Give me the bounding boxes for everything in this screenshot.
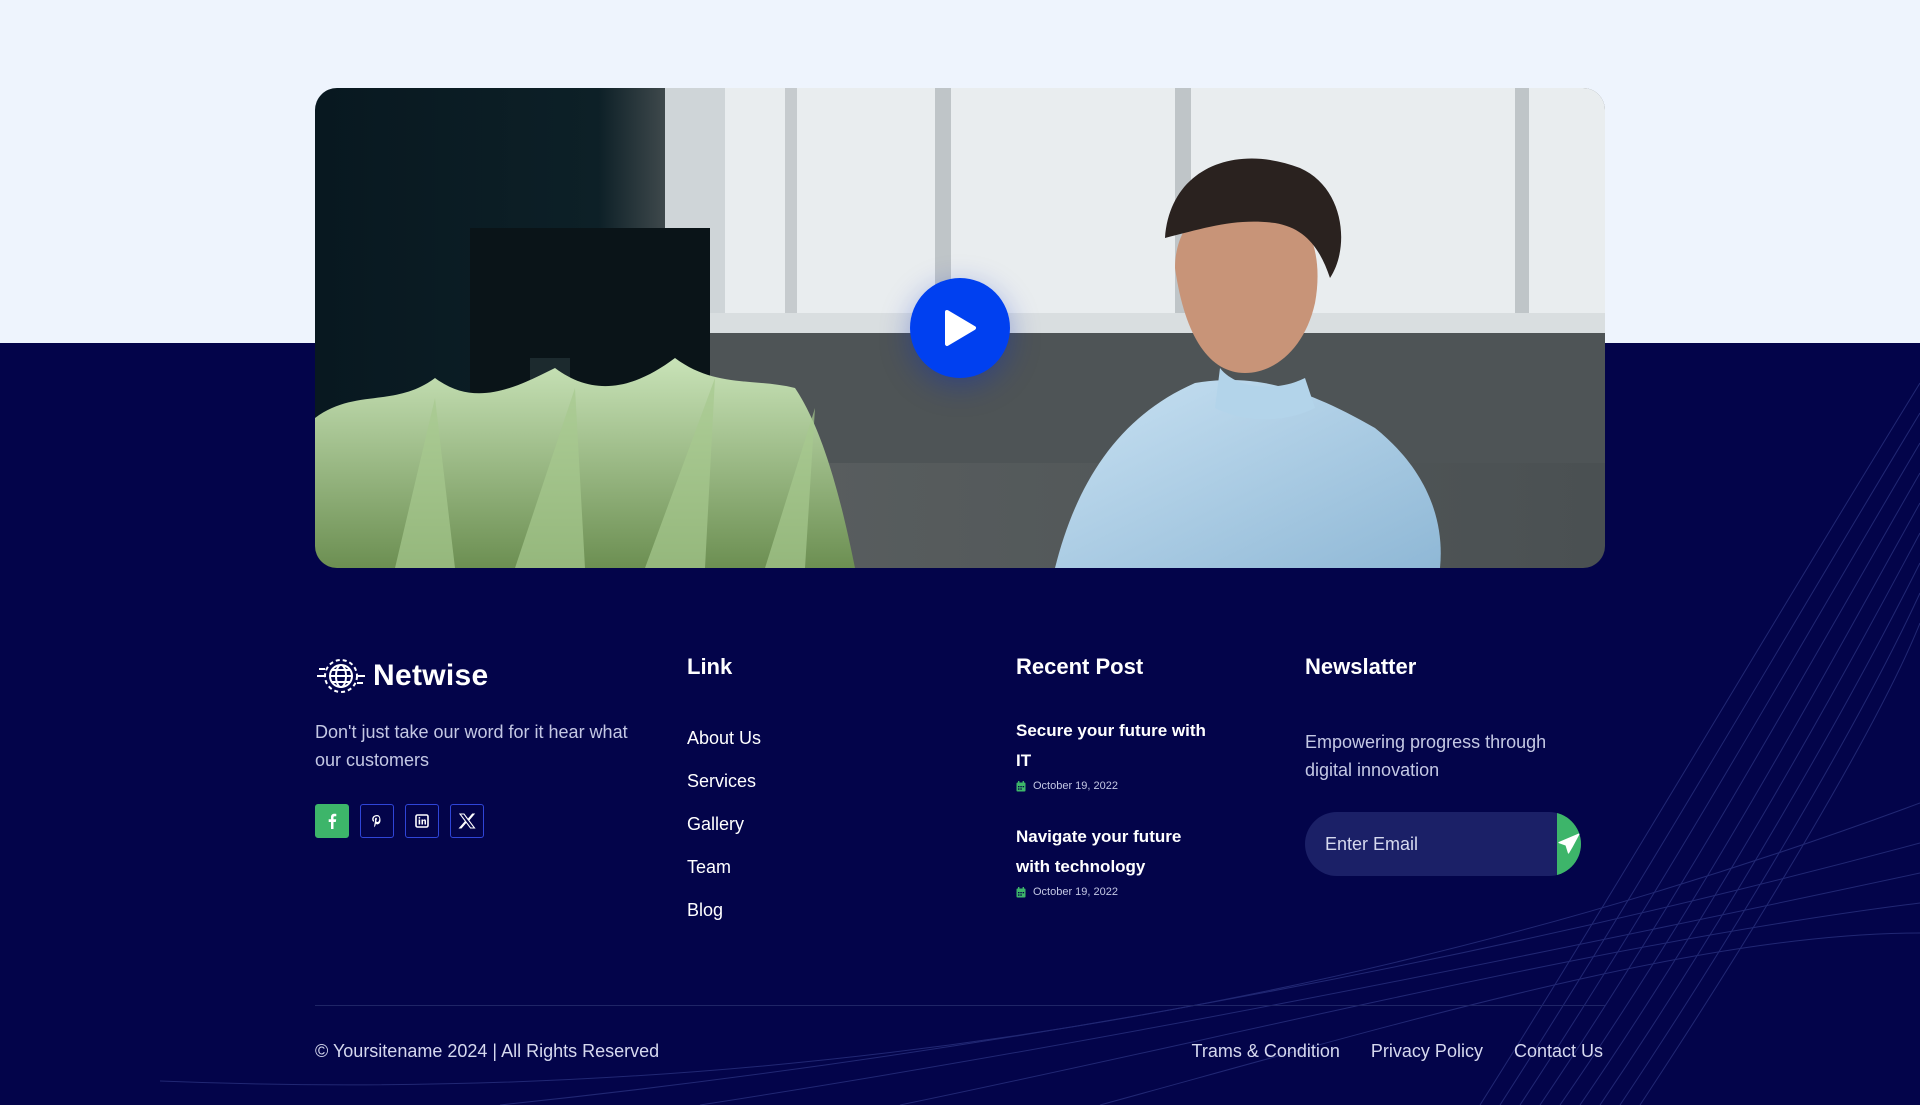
pinterest-link[interactable] bbox=[360, 804, 394, 838]
calendar-icon bbox=[1016, 780, 1026, 791]
play-icon bbox=[945, 310, 976, 346]
brand-name: Netwise bbox=[373, 659, 489, 692]
link-blog[interactable]: Blog bbox=[687, 900, 723, 920]
contact-us-link[interactable]: Contact Us bbox=[1514, 1041, 1603, 1062]
x-link[interactable] bbox=[450, 804, 484, 838]
list-item: Blog bbox=[687, 900, 761, 943]
post-date: October 19, 2022 bbox=[1016, 886, 1216, 898]
links-title: Link bbox=[687, 654, 733, 679]
globe-gear-icon bbox=[317, 659, 365, 693]
link-gallery[interactable]: Gallery bbox=[687, 814, 744, 834]
list-item: Team bbox=[687, 857, 761, 900]
privacy-policy-link[interactable]: Privacy Policy bbox=[1371, 1041, 1483, 1062]
pinterest-icon bbox=[372, 815, 381, 828]
link-team[interactable]: Team bbox=[687, 857, 731, 877]
footer-divider bbox=[315, 1005, 1605, 1006]
paper-plane-icon bbox=[1558, 833, 1580, 854]
list-item: Gallery bbox=[687, 814, 761, 857]
newsletter-form bbox=[1305, 812, 1581, 876]
list-item: Services bbox=[687, 771, 761, 814]
x-icon bbox=[458, 813, 476, 829]
post-date-text: October 19, 2022 bbox=[1033, 780, 1119, 792]
footer-links-list: About Us Services Gallery Team Blog bbox=[687, 728, 761, 943]
post-title-link[interactable]: Secure your future with IT bbox=[1016, 716, 1216, 776]
post-date: October 19, 2022 bbox=[1016, 780, 1216, 792]
legal-links: Trams & Condition Privacy Policy Contact… bbox=[1192, 1041, 1603, 1062]
post-date-text: October 19, 2022 bbox=[1033, 886, 1119, 898]
video-banner[interactable] bbox=[315, 88, 1605, 568]
recent-post-title: Recent Post bbox=[1016, 654, 1144, 679]
copyright-text: © Yoursitename 2024 | All Rights Reserve… bbox=[315, 1041, 660, 1061]
newsletter-title: Newslatter bbox=[1305, 654, 1417, 679]
link-about-us[interactable]: About Us bbox=[687, 728, 761, 748]
play-button[interactable] bbox=[910, 278, 1010, 378]
newsletter-description: Empowering progress through digital inno… bbox=[1305, 732, 1547, 780]
brand-description: Don't just take our word for it hear wha… bbox=[315, 722, 628, 770]
facebook-icon bbox=[328, 813, 337, 829]
link-services[interactable]: Services bbox=[687, 771, 756, 791]
list-item: About Us bbox=[687, 728, 761, 771]
email-input[interactable] bbox=[1305, 812, 1557, 876]
linkedin-link[interactable] bbox=[405, 804, 439, 838]
calendar-icon bbox=[1016, 886, 1026, 897]
post-title-link[interactable]: Navigate your future with technology bbox=[1016, 822, 1216, 882]
social-links bbox=[315, 804, 484, 838]
terms-link[interactable]: Trams & Condition bbox=[1192, 1041, 1340, 1062]
facebook-link[interactable] bbox=[315, 804, 349, 838]
linkedin-icon bbox=[415, 814, 429, 828]
footer-brand[interactable]: Netwise bbox=[315, 655, 488, 697]
recent-post-item: Navigate your future with technology Oct… bbox=[1016, 822, 1216, 898]
recent-post-item: Secure your future with IT October 19, 2… bbox=[1016, 716, 1216, 792]
